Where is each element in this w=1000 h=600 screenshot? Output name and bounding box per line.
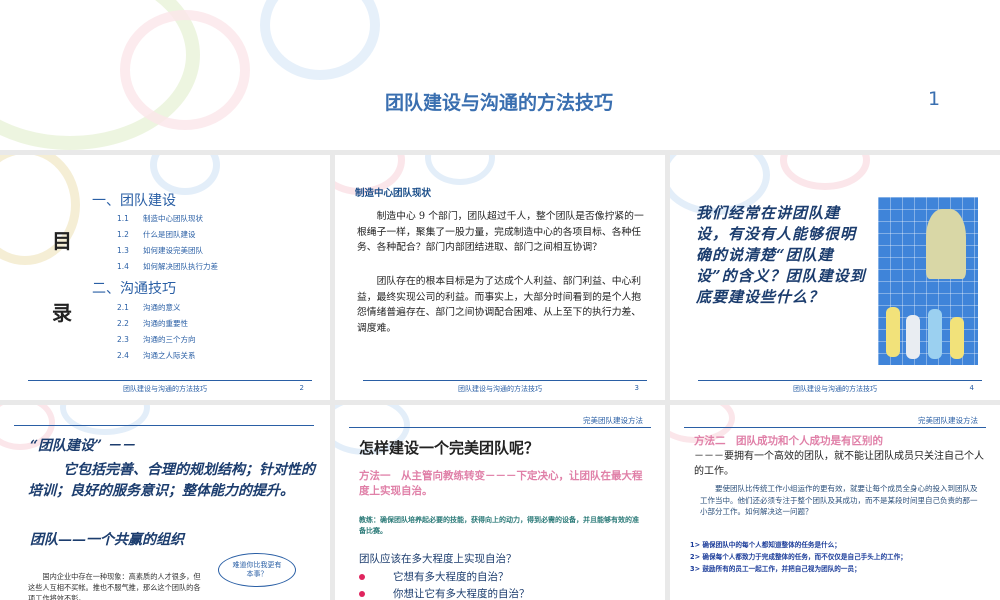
toc-item[interactable]: 1.2 什么是团队建设 [117, 227, 218, 243]
slide-title: 团队建设与沟通的方法技巧 [385, 92, 614, 114]
header-rule [14, 425, 314, 426]
bullet-item: 它想有多大程度的自治？ [359, 569, 509, 584]
page-number: 3 [634, 384, 639, 392]
coach-note: 教练：确保团队培养起必要的技能，获得向上的动力，得到必需的设备，并且能够有效的准… [359, 516, 639, 535]
slide-1-title[interactable]: 团队建设与沟通的方法技巧 1 [0, 0, 1000, 150]
lead-text: －－－要拥有一个高效的团队，就不能让团队成员只关注自己个人的工作。 [694, 451, 984, 477]
bullet-dot [359, 591, 365, 597]
toc-item[interactable]: 2.3 沟通的三个方向 [117, 332, 196, 348]
definition-body: 它包括完善、合理的规划结构；针对性的培训；良好的服务意识；整体能力的提升。 [28, 462, 315, 499]
footer-title: 团队建设与沟通的方法技巧 [123, 385, 207, 393]
question-text: 团队应该在多大程度上实现自治？ [359, 553, 517, 565]
slide-heading: 制造中心团队现状 [355, 188, 432, 199]
slide-title: 怎样建设一个完美团队呢？ [359, 439, 540, 457]
bullet-item: 你想让它有多大程度的自治？ [359, 586, 530, 600]
team-illustration [878, 197, 978, 365]
footer-rule [363, 380, 647, 381]
toc-side-label: 录 [52, 301, 72, 325]
paragraph: 要使团队比传统工作小组运作的更有效，就要让每个成员全身心的投入到团队及工作当中。… [700, 484, 978, 516]
decorative-swirl [425, 155, 495, 185]
paragraph: 制造中心 9 个部门，团队超过千人，整个团队是否像拧紧的一根绳子一样，聚集了一股… [357, 211, 644, 253]
slide-4-question[interactable]: 我们经常在讲团队建设，有没有人能够很明确的说清楚“团队建设”的含义？团队建设到底… [670, 155, 1000, 400]
method-text: 方法一 从主管向教练转变－－－下定决心，让团队在最大程度上实现自治。 [359, 470, 643, 497]
small-paragraph: 国内企业中存在一种现象：高素质的人才很多，但这些人互相不买帐。推也不服气推，那么… [28, 572, 201, 600]
bullet-dot [359, 574, 365, 580]
slide-5-definition[interactable]: “团队建设” －－ 它包括完善、合理的规划结构；针对性的培训；良好的服务意识；整… [0, 405, 330, 600]
slide-footer: 团队建设与沟通的方法技巧 2 [0, 378, 330, 400]
point-list: 1> 确保团队中的每个人都知道整体的任务是什么； 2> 确保每个人都致力于完成整… [690, 539, 986, 575]
footer-title: 团队建设与沟通的方法技巧 [793, 385, 877, 393]
point-item: 3> 鼓励所有的员工一起工作，并把自己视为团队的一员； [690, 565, 861, 573]
slide-3-status[interactable]: 制造中心团队现状 制造中心 9 个部门，团队超过千人，整个团队是否像拧紧的一根绳… [335, 155, 665, 400]
question-text: 我们经常在讲团队建设，有没有人能够很明确的说清楚“团队建设”的含义？团队建设到底… [696, 204, 866, 306]
page-number: 4 [969, 384, 974, 392]
slide-footer: 团队建设与沟通的方法技巧 4 [670, 378, 1000, 400]
toc-item[interactable]: 2.4 沟通之人际关系 [117, 348, 196, 364]
header-rule [684, 427, 986, 428]
quote-heading: “团队建设” －－ [30, 438, 135, 454]
toc-section-heading: 二、沟通技巧 [92, 281, 176, 297]
slide-2-toc[interactable]: 目 录 一、团队建设 1.1 制造中心团队现状 1.2 什么是团队建设 1.3 如何建… [0, 155, 330, 400]
toc-item[interactable]: 2.1 沟通的意义 [117, 300, 196, 316]
page-number: 1 [928, 88, 941, 110]
slide-6-perfect-team[interactable]: 完美团队建设方法 怎样建设一个完美团队呢？ 方法一 从主管向教练转变－－－下定决… [335, 405, 665, 600]
footer-rule [28, 380, 312, 381]
toc-item[interactable]: 1.3 如何建设完美团队 [117, 243, 218, 259]
slide-header: 完美团队建设方法 [918, 416, 978, 425]
slide-7-method-two[interactable]: 完美团队建设方法 方法二 团队成功和个人成功是有区别的 －－－要拥有一个高效的团… [670, 405, 1000, 600]
decorative-swirl [150, 155, 220, 195]
toc-item[interactable]: 2.2 沟通的重要性 [117, 316, 196, 332]
thought-bubble: 难道你比我更有本事？ [218, 553, 296, 587]
point-item: 1> 确保团队中的每个人都知道整体的任务是什么； [690, 541, 841, 549]
slide-title: 方法二 团队成功和个人成功是有区别的 [694, 435, 883, 447]
page-number: 2 [299, 384, 304, 392]
toc-section-heading: 一、团队建设 [92, 193, 176, 209]
toc-item[interactable]: 1.1 制造中心团队现状 [117, 211, 218, 227]
footer-rule [698, 380, 982, 381]
toc-side-label: 目 [52, 229, 72, 253]
slide-header: 完美团队建设方法 [583, 416, 643, 425]
decorative-swirl [780, 155, 870, 190]
slide-footer: 团队建设与沟通的方法技巧 3 [335, 378, 665, 400]
definition-subtitle: 团队——一个共赢的组织 [30, 532, 184, 548]
toc-list: 2.1 沟通的意义 2.2 沟通的重要性 2.3 沟通的三个方向 2.4 沟通之人际关系 [117, 300, 196, 364]
decorative-swirl [120, 10, 250, 130]
bubble-text: 难道你比我更有本事？ [232, 561, 282, 578]
point-item: 2> 确保每个人都致力于完成整体的任务，而不仅仅是自己手头上的工作； [690, 553, 907, 561]
paragraph: 团队存在的根本目标是为了达成个人利益、部门利益、中心利益，最终实现公司的利益。而… [357, 276, 642, 334]
footer-title: 团队建设与沟通的方法技巧 [458, 385, 542, 393]
header-rule [349, 427, 651, 428]
toc-item[interactable]: 1.4 如何解决团队执行力差 [117, 259, 218, 275]
toc-list: 1.1 制造中心团队现状 1.2 什么是团队建设 1.3 如何建设完美团队 1.4 如何… [117, 211, 218, 275]
decorative-swirl [60, 405, 150, 435]
decorative-swirl [0, 0, 200, 150]
decorative-swirl [260, 0, 380, 80]
